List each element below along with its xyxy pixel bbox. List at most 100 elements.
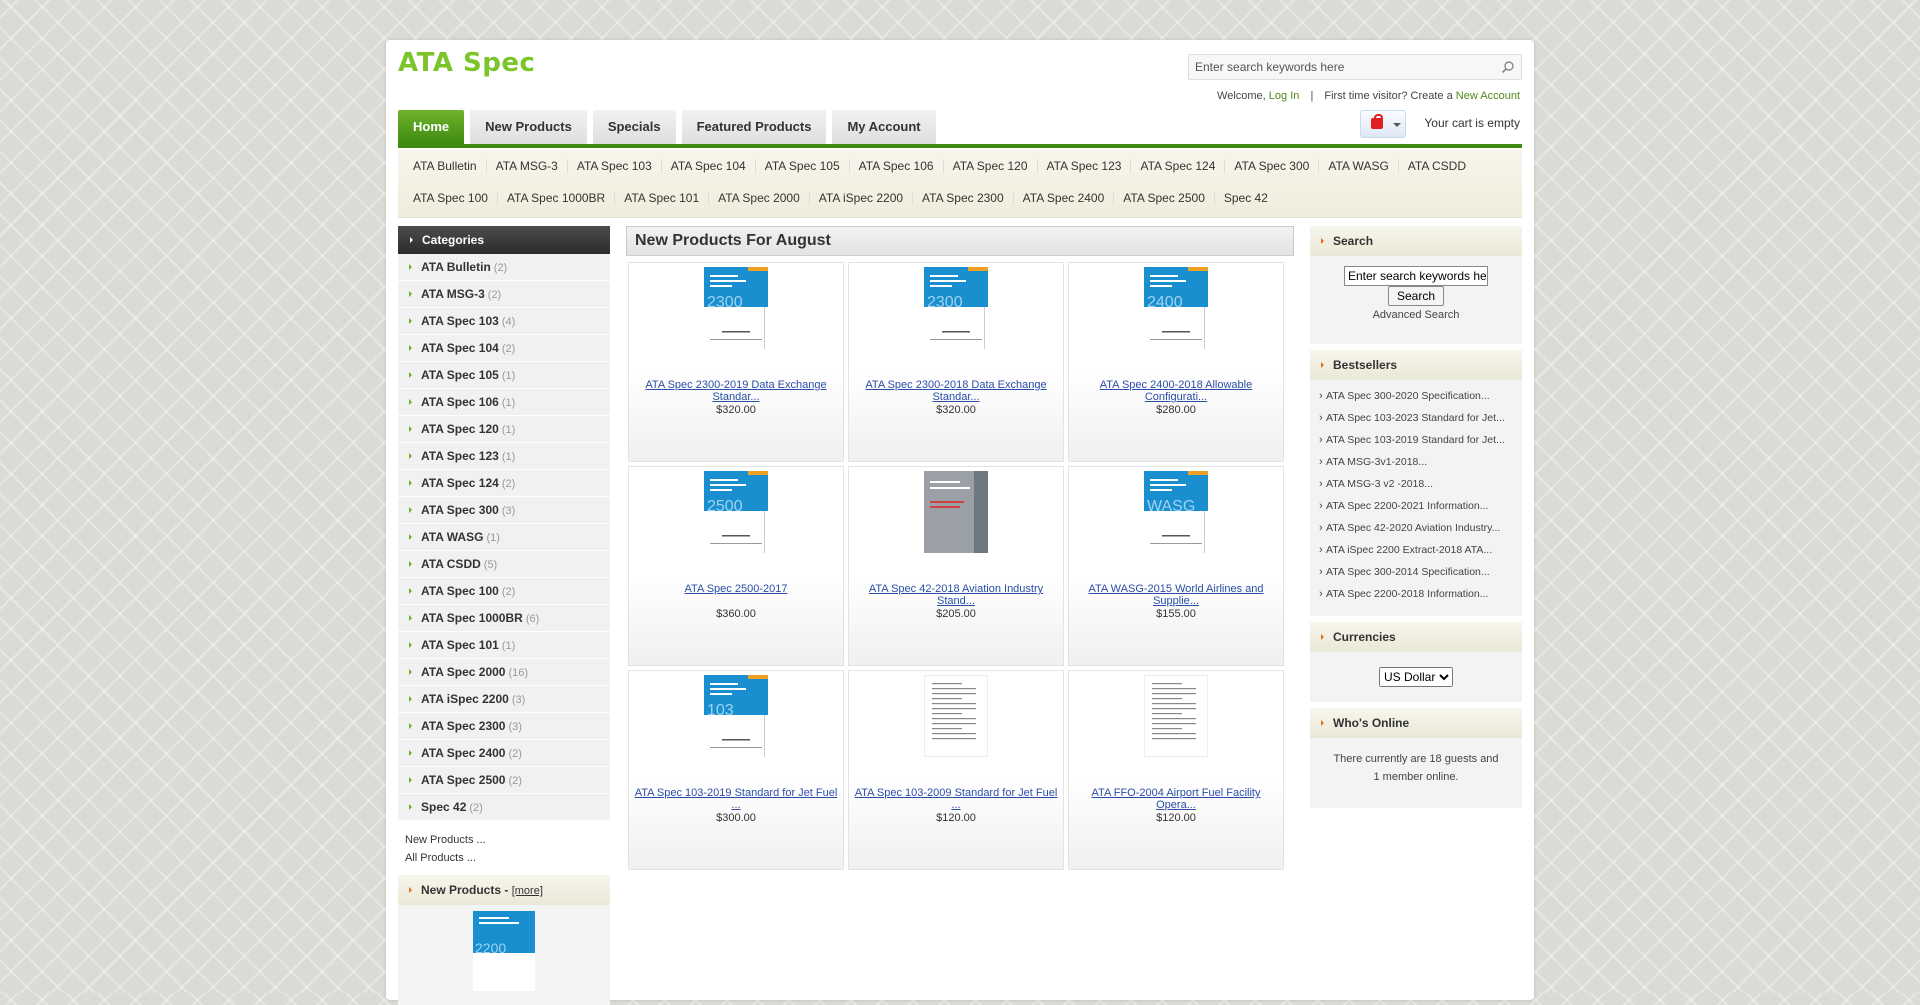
category-item[interactable]: ATA Spec 101 (1) [398, 632, 610, 659]
more-link[interactable]: [more] [512, 885, 543, 897]
category-bar-link[interactable]: ATA Spec 120 [944, 159, 1038, 173]
all-products-link[interactable]: All Products ... [405, 849, 603, 867]
product-title-link[interactable]: ATA Spec 2500-2017 [633, 583, 839, 595]
product-thumbnail[interactable]: 2300 [924, 267, 988, 349]
new-account-link[interactable]: New Account [1456, 90, 1520, 102]
category-bar-link[interactable]: ATA Spec 105 [756, 159, 850, 173]
category-item[interactable]: ATA Spec 103 (4) [398, 308, 610, 335]
site-logo[interactable]: ATA Spec [398, 48, 535, 78]
product-thumbnail[interactable]: 2400 [1144, 267, 1208, 349]
product-thumbnail[interactable]: WASG [1144, 471, 1208, 553]
category-bar-link[interactable]: ATA Spec 2300 [913, 191, 1014, 205]
bestseller-link[interactable]: ATA iSpec 2200 Extract-2018 ATA... [1319, 544, 1516, 556]
category-item[interactable]: ATA Spec 106 (1) [398, 389, 610, 416]
login-link[interactable]: Log In [1269, 90, 1300, 102]
bestseller-link[interactable]: ATA Spec 103-2019 Standard for Jet... [1319, 434, 1516, 446]
product-title-link[interactable]: ATA Spec 2300-2019 Data Exchange Standar… [633, 379, 839, 403]
cover-number: 2500 [707, 498, 743, 515]
bestseller-link[interactable]: ATA Spec 300-2014 Specification... [1319, 566, 1516, 578]
divider: | [1310, 90, 1314, 102]
tab-featured-products[interactable]: Featured Products [681, 110, 827, 144]
bestseller-link[interactable]: ATA Spec 2200-2018 Information... [1319, 588, 1516, 600]
category-item[interactable]: ATA WASG (1) [398, 524, 610, 551]
product-thumbnail[interactable]: 2200 [473, 911, 535, 991]
new-products-link[interactable]: New Products ... [405, 831, 603, 849]
tab-new-products[interactable]: New Products [470, 110, 587, 144]
search-icon[interactable] [1501, 60, 1515, 74]
product-title-link[interactable]: ATA Spec 103-2009 Standard for Jet Fuel … [853, 787, 1059, 811]
category-item[interactable]: Spec 42 (2) [398, 794, 610, 821]
search-button[interactable]: Search [1387, 286, 1445, 306]
category-bar-link[interactable]: ATA Spec 123 [1038, 159, 1132, 173]
bestseller-link[interactable]: ATA Spec 300-2020 Specification... [1319, 390, 1516, 402]
category-count: (3) [511, 694, 526, 706]
product-thumbnail[interactable]: 103 [704, 675, 768, 757]
category-bar-link[interactable]: ATA Spec 1000BR [498, 191, 616, 205]
category-item[interactable]: ATA CSDD (5) [398, 551, 610, 578]
product-title-link[interactable]: ATA Spec 103-2019 Standard for Jet Fuel … [633, 787, 839, 811]
product-price: $205.00 [936, 608, 976, 620]
category-bar-link[interactable]: ATA MSG-3 [487, 159, 568, 173]
product-title-link[interactable]: ATA Spec 2300-2018 Data Exchange Standar… [853, 379, 1059, 403]
category-bar-link[interactable]: ATA Bulletin [404, 159, 487, 173]
tab-my-account[interactable]: My Account [832, 110, 936, 144]
bestseller-link[interactable]: ATA Spec 103-2023 Standard for Jet... [1319, 412, 1516, 424]
product-price: $120.00 [1156, 812, 1196, 824]
category-item[interactable]: ATA Spec 123 (1) [398, 443, 610, 470]
category-bar-link[interactable]: Spec 42 [1215, 191, 1277, 205]
category-item[interactable]: ATA Spec 100 (2) [398, 578, 610, 605]
category-item[interactable]: ATA Spec 124 (2) [398, 470, 610, 497]
category-bar-link[interactable]: ATA CSDD [1399, 159, 1475, 173]
category-bar-link[interactable]: ATA Spec 100 [404, 191, 498, 205]
currency-select[interactable]: US Dollar [1379, 667, 1453, 687]
category-item[interactable]: ATA iSpec 2200 (3) [398, 686, 610, 713]
advanced-search-link[interactable]: Advanced Search [1310, 309, 1522, 321]
category-item[interactable]: ATA Spec 2300 (3) [398, 713, 610, 740]
bestseller-link[interactable]: ATA MSG-3 v2 -2018... [1319, 478, 1516, 490]
cart-button[interactable] [1360, 110, 1406, 138]
header-search-input[interactable] [1189, 55, 1479, 79]
category-item[interactable]: ATA Spec 104 (2) [398, 335, 610, 362]
bestseller-link[interactable]: ATA Spec 2200-2021 Information... [1319, 500, 1516, 512]
product-title-link[interactable]: ATA Spec 42-2018 Aviation Industry Stand… [853, 583, 1059, 607]
category-bar-link[interactable]: ATA WASG [1319, 159, 1399, 173]
product-price: $320.00 [936, 404, 976, 416]
category-item[interactable]: ATA Spec 1000BR (6) [398, 605, 610, 632]
bestseller-link[interactable]: ATA Spec 42-2020 Aviation Industry... [1319, 522, 1516, 534]
category-bar-link[interactable]: ATA Spec 124 [1131, 159, 1226, 173]
main-nav: Home New Products Specials Featured Prod… [398, 110, 936, 144]
sidebar-search-input[interactable] [1344, 266, 1488, 286]
search-form: Search Advanced Search [1310, 256, 1522, 344]
category-bar-link[interactable]: ATA Spec 300 [1225, 159, 1320, 173]
category-item[interactable]: ATA Spec 2000 (16) [398, 659, 610, 686]
tab-specials[interactable]: Specials [592, 110, 676, 144]
category-bar-link[interactable]: ATA Spec 2000 [709, 191, 810, 205]
category-bar-link[interactable]: ATA Spec 106 [850, 159, 944, 173]
product-thumbnail[interactable]: 2500 [704, 471, 768, 553]
category-item[interactable]: ATA Spec 105 (1) [398, 362, 610, 389]
product-thumbnail[interactable] [924, 675, 988, 757]
product-thumbnail[interactable] [1144, 675, 1208, 757]
category-item[interactable]: ATA Spec 2500 (2) [398, 767, 610, 794]
category-bar-link[interactable]: ATA Spec 104 [662, 159, 756, 173]
product-thumbnail[interactable] [924, 471, 988, 553]
category-bar-link[interactable]: ATA Spec 2400 [1014, 191, 1115, 205]
product-thumbnail[interactable]: 2300 [704, 267, 768, 349]
category-item[interactable]: ATA Spec 2400 (2) [398, 740, 610, 767]
product-title-link[interactable]: ATA Spec 2400-2018 Allowable Configurati… [1073, 379, 1279, 403]
category-bar-link[interactable]: ATA Spec 101 [615, 191, 710, 205]
category-item[interactable]: ATA Bulletin (2) [398, 254, 610, 281]
product-title-link[interactable]: ATA WASG-2015 World Airlines and Supplie… [1073, 583, 1279, 607]
product-title-link[interactable]: ATA FFO-2004 Airport Fuel Facility Opera… [1073, 787, 1279, 811]
category-bar-link[interactable]: ATA Spec 2500 [1114, 191, 1215, 205]
category-item[interactable]: ATA Spec 120 (1) [398, 416, 610, 443]
category-bar-link[interactable]: ATA Spec 103 [568, 159, 662, 173]
category-count: (1) [486, 532, 500, 544]
bestseller-link[interactable]: ATA MSG-3v1-2018... [1319, 456, 1516, 468]
tab-home[interactable]: Home [398, 110, 465, 144]
category-bar-link[interactable]: ATA iSpec 2200 [810, 191, 914, 205]
category-item[interactable]: ATA MSG-3 (2) [398, 281, 610, 308]
main-content: New Products For August 2300 ATA Spec 230… [626, 226, 1294, 870]
category-item[interactable]: ATA Spec 300 (3) [398, 497, 610, 524]
category-name: ATA Spec 123 [421, 449, 499, 463]
